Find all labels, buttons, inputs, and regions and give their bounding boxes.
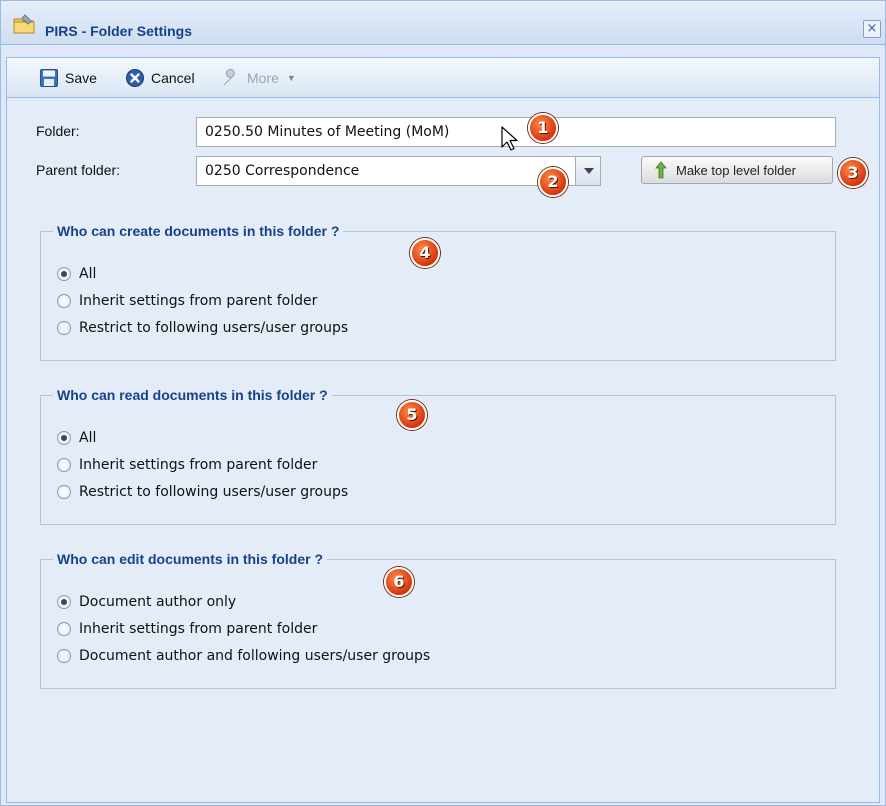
radio-button[interactable] [57,431,71,445]
parent-folder-combo[interactable]: 0250 Correspondence [196,156,576,186]
radio-button[interactable] [57,458,71,472]
annotation-badge-1: 1 [528,113,558,143]
save-label: Save [65,70,97,86]
create-option-inherit[interactable]: Inherit settings from parent folder [57,291,317,311]
parent-folder-label: Parent folder: [36,162,121,178]
wrench-icon [223,68,235,86]
radio-button[interactable] [57,267,71,281]
create-option-all[interactable]: All [57,264,96,284]
close-icon[interactable]: × [863,20,881,38]
settings-panel: Save Cancel More ▼ Folder: 0250.50 Minut… [6,57,880,803]
toolbar: Save Cancel More ▼ [7,58,879,98]
radio-button[interactable] [57,649,71,663]
radio-label: Document author and following users/user… [79,648,431,664]
radio-button[interactable] [57,595,71,609]
window-title: PIRS - Folder Settings [45,23,193,39]
more-button[interactable]: More ▼ [221,67,296,89]
cancel-icon [126,69,144,87]
chevron-down-icon: ▼ [286,73,296,83]
edit-option-author-and-users[interactable]: Document author and following users/user… [57,646,430,666]
radio-label: Inherit settings from parent folder [79,457,318,473]
radio-label: Restrict to following users/user groups [79,320,349,336]
cancel-button[interactable]: Cancel [125,67,195,89]
radio-label: Inherit settings from parent folder [79,621,318,637]
radio-label: Inherit settings from parent folder [79,293,318,309]
arrow-up-icon [655,161,667,179]
read-permissions-legend: Who can read documents in this folder ? [57,387,328,403]
radio-label: All [79,430,97,446]
annotation-badge-5: 5 [397,400,427,430]
make-top-level-label: Make top level folder [676,162,796,178]
radio-button[interactable] [57,622,71,636]
cancel-label: Cancel [151,70,195,86]
radio-label: Restrict to following users/user groups [79,484,349,500]
radio-button[interactable] [57,485,71,499]
edit-option-inherit[interactable]: Inherit settings from parent folder [57,619,317,639]
annotation-badge-2: 2 [538,167,568,197]
more-label: More [247,70,279,86]
annotation-badge-6: 6 [384,567,414,597]
radio-button[interactable] [57,294,71,308]
edit-option-author-only[interactable]: Document author only [57,592,236,612]
save-button[interactable]: Save [39,67,97,89]
make-top-level-folder-button[interactable]: Make top level folder [641,156,833,184]
read-option-inherit[interactable]: Inherit settings from parent folder [57,455,317,475]
radio-button[interactable] [57,321,71,335]
radio-label: All [79,266,97,282]
read-option-restrict[interactable]: Restrict to following users/user groups [57,482,348,502]
create-permissions-legend: Who can create documents in this folder … [57,223,340,239]
window-titlebar[interactable]: PIRS - Folder Settings × [1,1,885,45]
folder-edit-icon [13,14,35,34]
folder-label: Folder: [36,123,80,139]
edit-permissions-legend: Who can edit documents in this folder ? [57,551,324,567]
parent-folder-dropdown-trigger[interactable] [575,156,601,186]
annotation-badge-3: 3 [838,158,868,188]
create-option-restrict[interactable]: Restrict to following users/user groups [57,318,348,338]
annotation-badge-4: 4 [410,238,440,268]
mouse-pointer-icon [501,126,518,151]
folder-settings-window: PIRS - Folder Settings × Save Cancel Mor… [0,0,886,806]
radio-label: Document author only [79,594,237,610]
read-option-all[interactable]: All [57,428,96,448]
floppy-disk-icon [40,69,58,87]
